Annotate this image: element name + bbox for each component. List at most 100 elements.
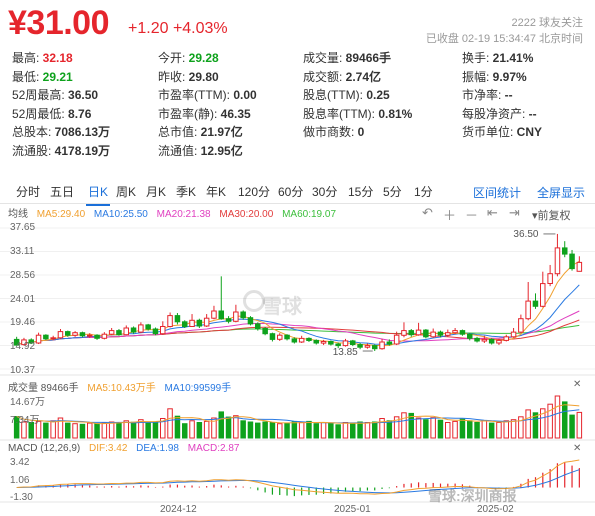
candle-body	[445, 332, 451, 336]
volume-bar	[65, 422, 71, 439]
volume-bar	[269, 422, 276, 439]
candle-body	[298, 337, 305, 343]
volume-bar	[467, 420, 473, 439]
candle-body	[357, 344, 363, 348]
volume-bar	[496, 422, 502, 439]
volume-bar	[437, 419, 444, 439]
candle-body	[87, 334, 93, 337]
candle-body	[167, 315, 173, 328]
candle-body	[101, 333, 108, 339]
volume-bar	[284, 422, 290, 439]
volume-bar	[167, 408, 173, 439]
volume-bar	[262, 421, 268, 439]
volume-bar	[87, 422, 93, 439]
candle-body	[116, 330, 122, 336]
legend-item: MA5:10.43万手	[87, 383, 156, 394]
volume-bar	[445, 422, 451, 439]
candle-body	[255, 323, 261, 330]
candle-body	[562, 247, 568, 255]
macd-legend: MACD (12,26,9) DIF:3.42 DEA:1.98 MACD:2.…	[8, 443, 239, 454]
volume-bar	[203, 420, 210, 439]
high-marker-label: 36.50	[513, 229, 538, 240]
candle-body	[262, 328, 268, 335]
volume-bar	[225, 416, 232, 439]
candle-body	[408, 330, 414, 336]
candle-body	[203, 317, 210, 327]
candle-body	[569, 253, 575, 270]
candle-body	[401, 330, 407, 336]
volume-bar	[328, 422, 334, 439]
volume-bar	[320, 422, 327, 439]
volume-bar	[94, 423, 100, 439]
price-axis-label: 28.56	[10, 269, 36, 281]
candle-body	[50, 337, 56, 340]
volume-bar	[145, 422, 151, 439]
candle-body	[182, 321, 188, 327]
kline-chart-area[interactable]: 36.50 13.85	[0, 0, 595, 516]
candle-body	[57, 331, 64, 339]
volume-axis-mid: 7.34万	[10, 415, 40, 426]
price-axis-label: 14.92	[10, 341, 36, 353]
candle-body	[554, 247, 561, 275]
candle-body	[313, 339, 319, 344]
volume-axis-top: 14.67万	[10, 397, 46, 408]
candle-body	[240, 311, 246, 319]
volume-legend: 成交量 89466手 MA5:10.43万手 MA10:99599手	[8, 379, 231, 394]
snowball-logo-icon	[243, 290, 265, 312]
volume-bar	[108, 421, 115, 439]
candle-body	[335, 343, 341, 347]
candle-body	[474, 337, 480, 342]
candle-body	[130, 327, 137, 333]
volume-bar	[569, 414, 575, 439]
candle-body	[138, 324, 144, 333]
price-axis-label: 33.11	[10, 245, 35, 257]
volume-bar	[576, 411, 583, 439]
candle-body	[123, 327, 129, 336]
volume-bar	[554, 395, 561, 439]
volume-bar	[430, 417, 436, 439]
candle-body	[510, 331, 517, 338]
macd-axis-mid: 1.06	[10, 475, 30, 486]
candle-body	[79, 332, 86, 337]
volume-bar	[277, 423, 283, 439]
candle-body	[452, 330, 458, 334]
close-macd-icon[interactable]: ✕	[573, 443, 581, 454]
volume-bar	[116, 422, 122, 439]
candle-body	[328, 341, 334, 345]
volume-bar	[43, 422, 49, 439]
candle-body	[350, 340, 356, 345]
volume-bar	[101, 422, 108, 439]
volume-bar	[298, 422, 305, 439]
volume-bar	[218, 411, 224, 439]
ma30-line	[16, 319, 580, 346]
close-volume-icon[interactable]: ✕	[573, 379, 581, 390]
candle-body	[503, 336, 509, 341]
x-axis-label: 2024-12	[160, 504, 197, 515]
candle-body	[532, 300, 539, 307]
volume-bar	[342, 422, 349, 439]
candle-body	[152, 328, 159, 335]
macd-axis-bottom: -1.30	[10, 492, 33, 503]
volume-bar	[313, 423, 319, 439]
candle-body	[518, 318, 524, 333]
candle-body	[576, 261, 583, 272]
candle-body	[379, 341, 385, 350]
candle-body	[393, 334, 400, 345]
candle-body	[160, 326, 166, 335]
volume-bar	[423, 419, 429, 439]
price-axis-label: 37.65	[10, 222, 36, 233]
volume-bar	[247, 421, 254, 439]
volume-bar	[459, 418, 466, 439]
x-axis-label: 2025-01	[334, 504, 371, 515]
candle-body	[488, 338, 495, 344]
volume-bar	[152, 421, 159, 439]
candle-body	[415, 329, 422, 336]
candle-body	[467, 333, 473, 339]
candle-body	[547, 273, 553, 285]
candle-body	[291, 338, 298, 343]
volume-bar	[562, 401, 568, 439]
price-axis-label: 19.46	[10, 317, 36, 329]
volume-bar	[372, 421, 378, 439]
candle-body	[94, 334, 100, 339]
macd-legend-title: MACD (12,26,9)	[8, 443, 81, 454]
